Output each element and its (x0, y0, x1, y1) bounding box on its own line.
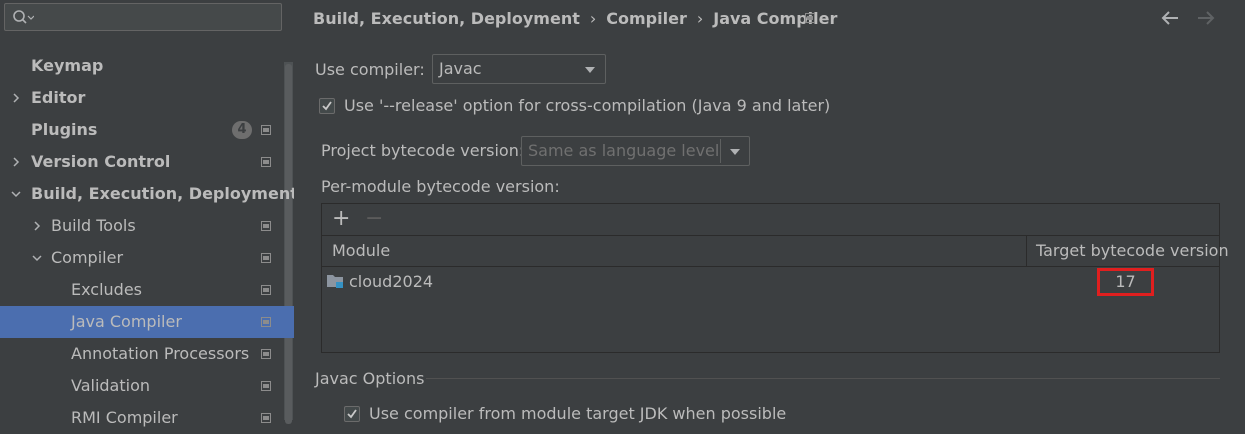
chevron-down-icon[interactable] (31, 252, 43, 264)
project-settings-icon (261, 221, 271, 231)
remove-button[interactable]: − (365, 207, 383, 231)
sidebar-item-label: Plugins (31, 120, 98, 139)
project-settings-icon (805, 13, 815, 23)
forward-arrow-icon[interactable] (1196, 9, 1216, 27)
sidebar-item-validation[interactable]: Validation (0, 370, 294, 402)
module-folder-icon (327, 275, 343, 288)
per-module-bytecode-label: Per-module bytecode version: (321, 177, 560, 196)
sidebar-item-build-execution-deployment[interactable]: Build, Execution, Deployment (0, 178, 298, 210)
settings-sidebar: Keymap Editor Plugins 4 Version Control … (0, 0, 298, 427)
sidebar-item-keymap[interactable]: Keymap (0, 50, 294, 82)
sidebar-item-label: RMI Compiler (71, 408, 178, 427)
per-module-bytecode-table: + − Module Target bytecode version cloud… (321, 203, 1229, 353)
chevron-right-icon[interactable] (31, 220, 43, 232)
column-header-target-bytecode[interactable]: Target bytecode version (1036, 236, 1229, 266)
use-compiler-select[interactable]: Javac (432, 54, 606, 84)
sidebar-item-plugins[interactable]: Plugins 4 (0, 114, 294, 146)
sidebar-item-annotation-processors[interactable]: Annotation Processors (0, 338, 294, 370)
project-settings-icon (261, 157, 271, 167)
add-button[interactable]: + (332, 207, 350, 231)
table-toolbar: + − (322, 204, 1219, 236)
breadcrumb-separator: › (696, 9, 704, 28)
chevron-down-icon (730, 149, 740, 155)
module-name-cell: cloud2024 (349, 272, 434, 291)
column-header-module[interactable]: Module (332, 236, 390, 266)
sidebar-item-excludes[interactable]: Excludes (0, 274, 294, 306)
breadcrumb-item[interactable]: Build, Execution, Deployment (313, 9, 580, 28)
sidebar-item-rmi-compiler[interactable]: RMI Compiler (0, 402, 294, 434)
breadcrumb-item[interactable]: Compiler (606, 9, 687, 28)
table-row[interactable]: cloud2024 17 (322, 267, 1219, 297)
chevron-right-icon[interactable] (10, 156, 22, 168)
project-bytecode-label: Project bytecode version: (321, 141, 525, 160)
release-option-label[interactable]: Use '--release' option for cross-compila… (344, 96, 830, 116)
sidebar-item-version-control[interactable]: Version Control (0, 146, 294, 178)
breadcrumb-item: Java Compiler (713, 9, 838, 28)
sidebar-item-label: Java Compiler (71, 312, 182, 331)
sidebar-item-label: Editor (31, 88, 86, 107)
checkmark-icon (322, 101, 332, 111)
project-settings-icon (261, 125, 271, 135)
sidebar-item-label: Compiler (51, 248, 124, 267)
breadcrumb: Build, Execution, Deployment › Compiler › Ja… (313, 8, 837, 30)
sidebar-item-label: Version Control (31, 152, 171, 171)
settings-content: Build, Execution, Deployment › Compiler › Ja… (294, 0, 1245, 423)
target-bytecode-cell[interactable]: 17 (1097, 268, 1154, 296)
combo-divider (720, 139, 721, 163)
use-module-jdk-label[interactable]: Use compiler from module target JDK when… (369, 404, 786, 424)
use-compiler-label: Use compiler: (315, 60, 425, 79)
project-settings-icon (261, 413, 271, 423)
search-icon (13, 10, 34, 24)
sidebar-item-compiler[interactable]: Compiler (0, 242, 294, 274)
table-header: Module Target bytecode version (322, 236, 1229, 267)
project-settings-icon (261, 381, 271, 391)
javac-options-section-title: Javac Options (315, 369, 425, 388)
sidebar-item-editor[interactable]: Editor (0, 82, 294, 114)
breadcrumb-separator: › (589, 9, 597, 28)
chevron-right-icon[interactable] (10, 92, 22, 104)
settings-search-box[interactable] (4, 3, 282, 31)
project-bytecode-value: Same as language level (528, 141, 720, 160)
release-option-checkbox[interactable] (319, 98, 335, 114)
plugins-update-badge: 4 (232, 121, 252, 139)
back-arrow-icon[interactable] (1160, 9, 1180, 27)
checkmark-icon (347, 409, 357, 419)
sidebar-item-label: Excludes (71, 280, 143, 299)
project-settings-icon (261, 285, 271, 295)
project-settings-icon (261, 253, 271, 263)
chevron-down-icon (585, 67, 595, 73)
column-divider[interactable] (1026, 236, 1027, 266)
section-divider (426, 378, 1220, 379)
use-compiler-value: Javac (439, 59, 482, 78)
chevron-down-icon[interactable] (10, 188, 22, 200)
sidebar-item-java-compiler[interactable]: Java Compiler (0, 306, 294, 338)
sidebar-item-label: Build Tools (51, 216, 136, 235)
sidebar-item-build-tools[interactable]: Build Tools (0, 210, 294, 242)
sidebar-item-label: Validation (71, 376, 151, 395)
project-bytecode-select[interactable]: Same as language level (521, 136, 750, 166)
project-settings-icon (261, 349, 271, 359)
project-settings-icon (261, 317, 271, 327)
sidebar-item-label: Build, Execution, Deployment (31, 184, 298, 203)
search-input[interactable] (39, 7, 279, 29)
sidebar-item-label: Keymap (31, 56, 104, 75)
sidebar-item-label: Annotation Processors (71, 344, 250, 363)
